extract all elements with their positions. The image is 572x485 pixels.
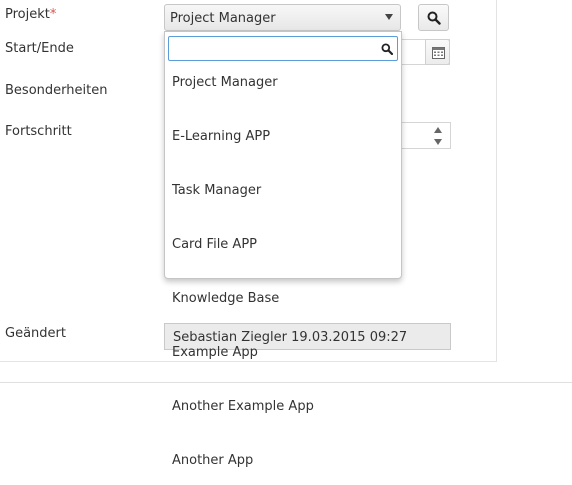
progress-label: Fortschritt <box>5 124 72 139</box>
project-select[interactable]: Project Manager <box>164 4 401 31</box>
search-icon <box>381 43 393 55</box>
calendar-button[interactable] <box>425 39 450 65</box>
dropdown-option[interactable]: Card File APP <box>172 237 257 252</box>
progress-spinner[interactable] <box>395 122 451 149</box>
dropdown-option[interactable]: Project Manager <box>172 75 278 90</box>
changed-value: Sebastian Ziegler 19.03.2015 09:27 <box>173 330 408 345</box>
chevron-down-icon <box>385 14 393 20</box>
section-divider <box>0 382 572 383</box>
panel-bottom-border <box>0 361 497 362</box>
special-label: Besonderheiten <box>5 83 108 98</box>
dropdown-option[interactable]: E-Learning APP <box>172 129 270 144</box>
start-end-label: Start/Ende <box>5 41 74 56</box>
dropdown-option[interactable]: Another Example App <box>172 399 314 414</box>
calendar-icon <box>432 47 445 59</box>
dropdown-option[interactable]: Example App <box>172 345 258 360</box>
spinner-down-icon[interactable] <box>434 139 442 145</box>
project-search-button[interactable] <box>418 4 449 31</box>
dropdown-option[interactable]: Knowledge Base <box>172 291 279 306</box>
project-select-value: Project Manager <box>170 11 276 26</box>
required-mark: * <box>49 7 57 22</box>
panel-border <box>496 0 497 362</box>
dropdown-search-input[interactable] <box>168 36 398 61</box>
project-label: Projekt* <box>5 7 57 22</box>
dropdown-option[interactable]: Another App <box>172 453 253 468</box>
spinner-up-icon[interactable] <box>434 127 442 133</box>
search-icon <box>427 11 441 25</box>
dropdown-option[interactable]: Task Manager <box>172 183 261 198</box>
changed-label: Geändert <box>5 326 66 341</box>
